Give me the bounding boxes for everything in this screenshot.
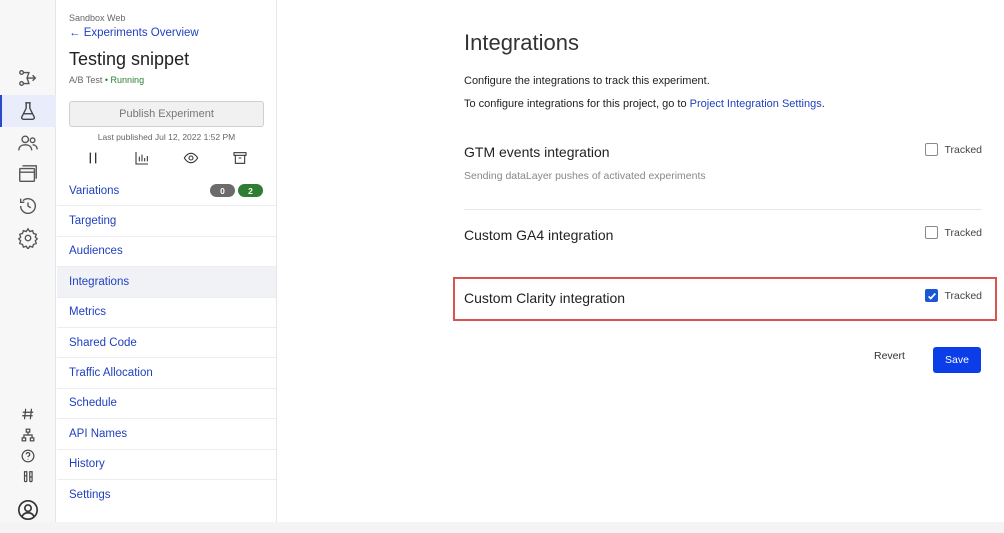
variation-badges: 0 2 [210,184,263,197]
nav-item-label: Schedule [69,397,117,410]
project-settings-prefix: To configure integrations for this proje… [464,98,687,110]
publish-experiment-button[interactable]: Publish Experiment [69,101,264,127]
checkbox-unchecked-icon[interactable] [925,143,939,156]
count-badge: 0 [210,184,235,197]
icon-rail [0,0,56,533]
history-icon[interactable] [0,190,56,222]
nav-item-label: Shared Code [69,336,137,349]
experiment-sidebar: Sandbox Web ← Experiments Overview Testi… [57,0,277,533]
nav-item-history[interactable]: History [57,450,276,480]
nav-item-label: Settings [69,489,111,502]
tracked-label: Tracked [944,289,982,302]
nav-item-label: Integrations [69,275,130,288]
windows-icon[interactable] [0,158,56,190]
tracked-checkbox[interactable]: Tracked [925,289,982,302]
revert-button[interactable]: Revert [874,350,905,362]
integration-name: Custom Clarity integration [464,290,626,306]
project-settings-note: To configure integrations for this proje… [464,98,825,110]
tracked-checkbox[interactable]: Tracked [925,226,982,239]
labs-icon[interactable] [0,461,56,493]
integrations-main: Integrations Configure the integrations … [278,0,1004,533]
nav-item-metrics[interactable]: Metrics [57,298,276,328]
flask-icon[interactable] [0,95,56,127]
nav-item-label: Targeting [69,215,117,228]
bottom-bar [0,522,1004,533]
users-icon[interactable] [0,127,56,159]
arrow-left-icon: ← [69,27,81,39]
tracked-label: Tracked [944,226,982,239]
project-settings-suffix: . [821,98,825,110]
checkbox-unchecked-icon[interactable] [925,226,939,239]
experiment-meta: A/B Test • Running [69,75,144,85]
nav-item-variations[interactable]: Variations 0 2 [57,176,276,207]
integration-description: Sending dataLayer pushes of activated ex… [464,170,706,182]
back-link[interactable]: ← Experiments Overview [69,27,199,39]
experiment-type: A/B Test [69,75,103,85]
nav-item-label: History [69,458,105,471]
experiment-toolbar [69,150,264,170]
nav-item-traffic-allocation[interactable]: Traffic Allocation [57,358,276,389]
nav-item-targeting[interactable]: Targeting [57,206,276,237]
nav-item-audiences[interactable]: Audiences [57,237,276,268]
status-dot-icon: • [104,75,109,85]
nav-item-label: Audiences [69,245,123,258]
nav-item-integrations[interactable]: Integrations [57,267,276,298]
gear-icon[interactable] [0,222,56,254]
divider [464,209,982,210]
count-badge: 2 [238,184,263,197]
nav-item-label: Metrics [69,306,107,319]
checkbox-checked-icon[interactable] [925,289,939,302]
pause-icon[interactable] [85,150,101,171]
flow-icon[interactable] [0,62,56,94]
chart-icon[interactable] [134,150,150,171]
nav-item-shared-code[interactable]: Shared Code [57,328,276,359]
back-link-label: Experiments Overview [83,27,199,39]
tracked-label: Tracked [944,143,982,156]
integration-ga4: Custom GA4 integration Tracked [464,223,982,253]
nav-item-label: Traffic Allocation [69,367,153,380]
save-button[interactable]: Save [933,347,981,373]
experiment-nav: Variations 0 2 Targeting Audiences Integ… [57,176,276,510]
integration-name: Custom GA4 integration [464,227,614,243]
integration-name: GTM events integration [464,144,610,160]
nav-item-schedule[interactable]: Schedule [57,389,276,420]
nav-item-label: API Names [69,427,128,440]
project-name: Sandbox Web [69,13,126,23]
eye-icon[interactable] [183,150,199,171]
page-title: Integrations [464,30,579,55]
tracked-checkbox[interactable]: Tracked [925,143,982,156]
project-integration-settings-link[interactable]: Project Integration Settings [690,98,822,110]
archive-icon[interactable] [232,150,248,171]
last-published-text: Last published Jul 12, 2022 1:52 PM [97,132,236,142]
integration-clarity: Custom Clarity integration Tracked [464,286,982,316]
status-badge: Running [110,75,145,85]
experiment-title: Testing snippet [69,49,190,69]
nav-item-settings[interactable]: Settings [57,480,276,510]
integration-gtm: GTM events integration Sending dataLayer… [464,140,982,190]
page-description: Configure the integrations to track this… [464,75,710,87]
nav-item-api-names[interactable]: API Names [57,419,276,450]
nav-item-label: Variations [69,184,120,197]
